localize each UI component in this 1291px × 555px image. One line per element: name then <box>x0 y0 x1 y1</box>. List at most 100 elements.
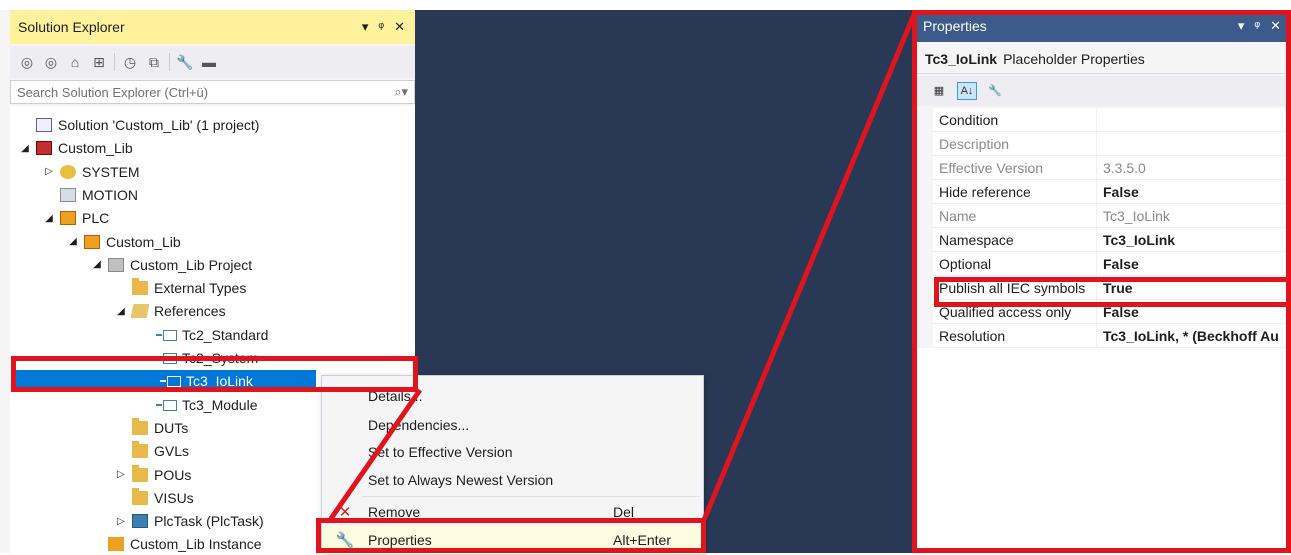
property-pages-icon[interactable]: 🔧 <box>985 82 1005 100</box>
tree-node-label: Solution 'Custom_Lib' (1 project) <box>58 117 260 133</box>
property-name: Qualified access only <box>933 300 1097 323</box>
solution-explorer-title: Solution Explorer <box>18 19 125 35</box>
tree-node[interactable]: VISUs <box>114 487 194 509</box>
library-reference-icon <box>156 329 177 341</box>
tree-node-label: Tc3_Module <box>182 396 258 413</box>
expander-icon[interactable]: ◢ <box>42 213 56 224</box>
expander-icon[interactable]: ◢ <box>114 306 128 317</box>
tree-node-label: Custom_Lib <box>58 140 133 157</box>
tree-node[interactable]: ◢ Custom_Lib <box>66 231 181 253</box>
property-row[interactable]: Qualified access only False <box>933 300 1291 324</box>
pin-icon[interactable]: ᵠ <box>378 19 384 35</box>
menu-item-properties[interactable]: 🔧 Properties Alt+Enter <box>322 526 703 554</box>
folder-icon <box>132 487 148 505</box>
menu-item-remove[interactable]: ✕ Remove Del <box>322 498 703 526</box>
property-value: Tc3_IoLink <box>1103 207 1170 224</box>
dropdown-icon[interactable]: ▾ <box>1238 18 1245 34</box>
tree-node[interactable]: Custom_Lib Instance <box>90 533 262 555</box>
alphabetical-sort-icon[interactable]: A↓ <box>957 82 977 100</box>
property-value: 3.3.5.0 <box>1103 159 1146 176</box>
search-solution-explorer-input[interactable]: Search Solution Explorer (Ctrl+ü) ⌕▾ <box>10 80 415 104</box>
tree-node[interactable]: Tc2_System <box>138 347 258 369</box>
minus-icon[interactable]: ▬ <box>200 54 218 70</box>
tree-node-label: External Types <box>154 280 247 297</box>
property-row[interactable]: Effective Version 3.3.5.0 <box>933 156 1291 180</box>
property-value[interactable]: Tc3_IoLink, * (Beckhoff Au <box>1097 324 1291 347</box>
property-name: Resolution <box>933 324 1097 347</box>
property-value[interactable] <box>1097 108 1291 131</box>
tree-node-label: SYSTEM <box>82 163 140 180</box>
menu-item-set-effective-version[interactable]: Set to Effective Version <box>322 438 703 466</box>
tree-node[interactable]: ▷ PlcTask (PlcTask) <box>114 510 264 532</box>
dropdown-icon[interactable]: ▾ <box>362 19 369 35</box>
wrench-icon[interactable]: 🔧 <box>176 54 194 71</box>
forward-icon[interactable]: ◎ <box>42 54 60 71</box>
property-name: Condition <box>933 108 1097 131</box>
library-reference-icon <box>156 352 177 364</box>
tree-node[interactable]: Tc3_IoLink <box>16 370 316 393</box>
solution-explorer-toolbar: ◎ ◎ ⌂ ⊞ ◷ ⧉ 🔧 ▬ <box>10 46 415 78</box>
menu-separator <box>362 496 700 497</box>
home-icon[interactable]: ⌂ <box>66 54 84 70</box>
tree-node[interactable]: ▷ POUs <box>114 464 191 486</box>
property-row[interactable]: Hide reference False <box>933 180 1291 204</box>
expander-icon[interactable]: ▷ <box>42 166 56 177</box>
tree-node[interactable]: Solution 'Custom_Lib' (1 project) <box>18 114 259 136</box>
back-icon[interactable]: ◎ <box>18 54 36 71</box>
expander-icon[interactable]: ▷ <box>114 469 128 480</box>
expander-icon[interactable]: ◢ <box>66 236 80 247</box>
property-value[interactable]: False <box>1097 300 1291 323</box>
property-row[interactable]: Publish all IEC symbols True <box>933 276 1291 300</box>
menu-item-details[interactable]: Details... <box>322 382 703 410</box>
pending-changes-icon[interactable]: ◷ <box>121 54 139 71</box>
property-name: Publish all IEC symbols <box>933 276 1097 299</box>
tree-node-label: PLC <box>82 210 110 227</box>
tree-node[interactable]: ◢ Custom_Lib Project <box>90 254 252 276</box>
tree-node[interactable]: GVLs <box>114 440 189 462</box>
tree-node[interactable]: ◢ References <box>114 300 225 322</box>
property-value[interactable]: Tc3_IoLink <box>1097 228 1291 251</box>
collapse-all-icon[interactable]: ⧉ <box>145 54 163 71</box>
tree-node[interactable]: Tc2_Standard <box>138 324 268 346</box>
tree-node-label: POUs <box>154 466 192 483</box>
tree-node-label: Tc2_System <box>182 350 259 366</box>
categorized-icon[interactable]: ▦ <box>929 82 949 100</box>
property-row[interactable]: Optional False <box>933 252 1291 276</box>
pin-icon[interactable]: ᵠ <box>1254 18 1260 34</box>
menu-item-label: Details... <box>368 388 423 404</box>
switch-views-icon[interactable]: ⊞ <box>90 54 108 71</box>
property-name: Hide reference <box>933 180 1097 203</box>
property-value[interactable]: False <box>1097 180 1291 203</box>
property-row[interactable]: Name Tc3_IoLink <box>933 204 1291 228</box>
property-name: Description <box>933 132 1097 155</box>
close-icon[interactable]: ✕ <box>394 19 405 35</box>
property-row[interactable]: Description <box>933 132 1291 156</box>
tree-node[interactable]: MOTION <box>42 184 138 206</box>
menu-item-label: Set to Effective Version <box>368 444 513 460</box>
menu-item-set-always-newest[interactable]: Set to Always Newest Version <box>322 466 703 494</box>
tree-node[interactable]: DUTs <box>114 417 188 439</box>
property-row[interactable]: Condition <box>933 108 1291 132</box>
remove-icon: ✕ <box>338 504 352 521</box>
properties-toolbar: ▦ A↓ 🔧 <box>915 76 1291 106</box>
tree-node[interactable]: ▷ SYSTEM <box>42 161 140 183</box>
property-value[interactable]: True <box>1097 276 1291 299</box>
tree-node[interactable]: ◢ Custom_Lib <box>18 137 133 159</box>
folder-icon <box>132 278 148 296</box>
tree-node[interactable]: ◢ PLC <box>42 207 109 229</box>
property-row[interactable]: Resolution Tc3_IoLink, * (Beckhoff Au <box>933 324 1291 348</box>
tree-node[interactable]: Tc3_Module <box>138 394 258 416</box>
search-icon[interactable]: ⌕▾ <box>394 84 408 100</box>
expander-icon[interactable]: ▷ <box>114 516 128 527</box>
plc-instance-icon <box>108 537 124 552</box>
property-value[interactable]: False <box>1097 252 1291 275</box>
expander-icon[interactable]: ◢ <box>90 259 104 270</box>
tree-node[interactable]: External Types <box>114 277 246 299</box>
menu-item-dependencies[interactable]: Dependencies... <box>322 411 703 439</box>
tree-node-label: DUTs <box>154 419 189 436</box>
property-name: Name <box>933 204 1097 227</box>
property-row[interactable]: Namespace Tc3_IoLink <box>933 228 1291 252</box>
close-icon[interactable]: ✕ <box>1270 18 1281 34</box>
properties-object-selector[interactable]: Tc3_IoLink Placeholder Properties <box>915 44 1291 74</box>
expander-icon[interactable]: ◢ <box>18 143 32 154</box>
